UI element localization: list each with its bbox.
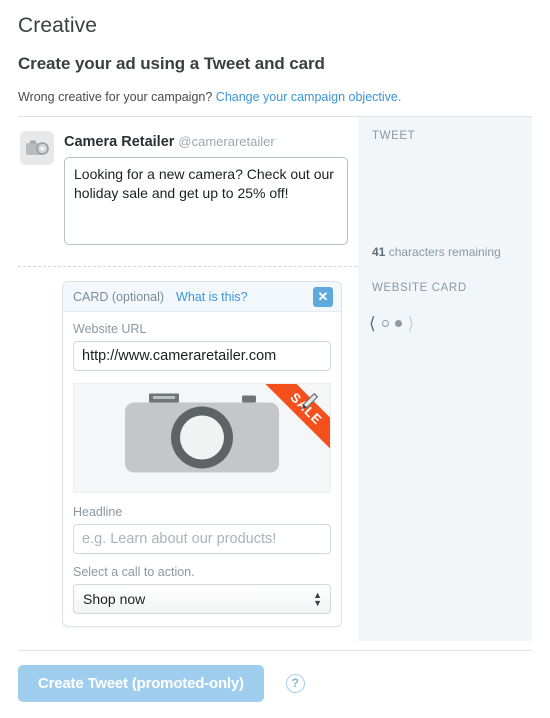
headline-input[interactable] [73, 524, 331, 554]
card-panel-body: Website URL SALE [63, 312, 341, 626]
website-url-label: Website URL [73, 322, 331, 336]
call-to-action-select[interactable]: Shop now [73, 584, 331, 614]
card-panel-title: CARD (optional) [73, 290, 164, 304]
camera-placeholder-icon [117, 394, 287, 483]
create-tweet-button[interactable]: Create Tweet (promoted-only) [18, 665, 264, 702]
card-image-preview[interactable]: SALE [73, 383, 331, 493]
wrong-creative-text: Wrong creative for your campaign? [18, 90, 212, 104]
change-campaign-objective-link[interactable]: Change your campaign objective. [216, 90, 402, 104]
help-question-icon[interactable]: ? [286, 674, 305, 693]
call-to-action-select-wrap: Shop now ▲▼ [73, 584, 331, 614]
wrong-creative-note: Wrong creative for your campaign? Change… [18, 90, 532, 104]
website-url-input[interactable] [73, 341, 331, 371]
pencil-edit-icon[interactable] [300, 390, 322, 412]
tweet-author-line: Camera Retailer @cameraretailer [64, 131, 532, 151]
creative-main-region: TWEET 41 characters remaining WEBSITE CA… [18, 116, 532, 645]
page-header: Creative Create your ad using a Tweet an… [0, 0, 550, 104]
page-title: Creative [18, 14, 532, 38]
close-icon[interactable]: ✕ [313, 287, 333, 307]
camera-avatar-icon [24, 138, 50, 158]
page-subtitle: Create your ad using a Tweet and card [18, 54, 532, 74]
call-to-action-label: Select a call to action. [73, 565, 331, 579]
card-editor-row: CARD (optional) What is this? ✕ Website … [18, 267, 532, 645]
author-name: Camera Retailer [64, 134, 174, 150]
headline-label: Headline [73, 505, 331, 519]
what-is-this-link[interactable]: What is this? [176, 290, 248, 304]
tweet-compose-textarea[interactable] [64, 157, 348, 245]
card-panel-header: CARD (optional) What is this? ✕ [63, 282, 341, 312]
author-handle: @cameraretailer [178, 134, 274, 149]
website-card-panel: CARD (optional) What is this? ✕ Website … [62, 281, 342, 627]
tweet-composer-row: Camera Retailer @cameraretailer [18, 117, 532, 266]
footer-actions: Create Tweet (promoted-only) ? [18, 651, 532, 702]
avatar [20, 131, 54, 165]
page-footer: Create Tweet (promoted-only) ? [0, 650, 550, 702]
